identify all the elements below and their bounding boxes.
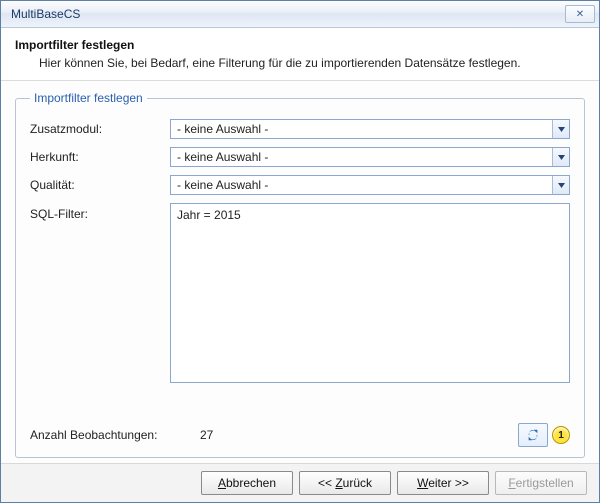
- combo-herkunft[interactable]: - keine Auswahl -: [170, 147, 570, 167]
- titlebar: MultiBaseCS ✕: [1, 1, 599, 28]
- label-herkunft: Herkunft:: [30, 150, 170, 164]
- sqlfilter-textarea[interactable]: Jahr = 2015: [170, 203, 570, 383]
- refresh-button[interactable]: [518, 423, 548, 447]
- label-zusatzmodul: Zusatzmodul:: [30, 122, 170, 136]
- wizard-footer: Abbrechen << Zurück Weiter >> Fertigstel…: [1, 463, 599, 502]
- chevron-down-icon: [552, 176, 569, 194]
- label-anzahl: Anzahl Beobachtungen:: [30, 428, 200, 442]
- combo-herkunft-value: - keine Auswahl -: [171, 148, 552, 166]
- page-subtitle: Hier können Sie, bei Bedarf, eine Filter…: [39, 56, 585, 70]
- row-qualitaet: Qualität: - keine Auswahl -: [30, 175, 570, 195]
- close-button[interactable]: ✕: [565, 5, 595, 23]
- refresh-icon: [526, 428, 540, 442]
- label-sqlfilter: SQL-Filter:: [30, 203, 170, 221]
- callout-1-label: 1: [558, 430, 564, 441]
- combo-zusatzmodul-value: - keine Auswahl -: [171, 120, 552, 138]
- combo-zusatzmodul[interactable]: - keine Auswahl -: [170, 119, 570, 139]
- chevron-down-icon: [552, 148, 569, 166]
- chevron-down-icon: [552, 120, 569, 138]
- close-icon: ✕: [576, 9, 584, 20]
- group-legend: Importfilter festlegen: [30, 91, 147, 105]
- combo-qualitaet[interactable]: - keine Auswahl -: [170, 175, 570, 195]
- importfilter-group: Importfilter festlegen Zusatzmodul: - ke…: [15, 91, 585, 458]
- value-anzahl: 27: [200, 428, 518, 442]
- dialog-window: MultiBaseCS ✕ Importfilter festlegen Hie…: [0, 0, 600, 503]
- window-title: MultiBaseCS: [11, 7, 80, 21]
- page-title: Importfilter festlegen: [15, 38, 585, 52]
- row-herkunft: Herkunft: - keine Auswahl -: [30, 147, 570, 167]
- finish-button: Fertigstellen: [495, 471, 587, 495]
- back-button[interactable]: << Zurück: [299, 471, 391, 495]
- row-count: Anzahl Beobachtungen: 27 1: [30, 423, 570, 447]
- row-zusatzmodul: Zusatzmodul: - keine Auswahl -: [30, 119, 570, 139]
- combo-qualitaet-value: - keine Auswahl -: [171, 176, 552, 194]
- cancel-button[interactable]: Abbrechen: [201, 471, 293, 495]
- row-sqlfilter: SQL-Filter: Jahr = 2015: [30, 203, 570, 383]
- header: Importfilter festlegen Hier können Sie, …: [1, 28, 599, 81]
- content-area: Importfilter festlegen Zusatzmodul: - ke…: [13, 91, 587, 458]
- next-button[interactable]: Weiter >>: [397, 471, 489, 495]
- label-qualitaet: Qualität:: [30, 178, 170, 192]
- callout-1: 1: [552, 426, 570, 444]
